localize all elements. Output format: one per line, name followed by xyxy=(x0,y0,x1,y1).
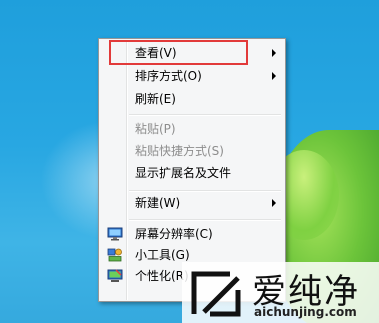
menu-item-sort-by[interactable]: 排序方式(O) xyxy=(101,66,283,86)
menu-item-label: 显示扩展名及文件 xyxy=(135,166,232,180)
menu-item-paste[interactable]: 粘贴(P) xyxy=(101,119,283,139)
menu-item-label: 个性化(R) xyxy=(135,269,189,283)
menu-item-label: 新建(W) xyxy=(135,196,181,210)
submenu-arrow-icon xyxy=(272,199,276,207)
submenu-arrow-icon xyxy=(272,72,276,80)
watermark-logo-icon xyxy=(190,268,242,318)
gadgets-icon xyxy=(107,248,123,262)
screen-resolution-icon xyxy=(107,227,123,241)
menu-item-label: 刷新(E) xyxy=(135,92,176,106)
submenu-arrow-icon xyxy=(272,49,276,57)
menu-item-show-extensions[interactable]: 显示扩展名及文件 xyxy=(101,163,283,183)
menu-separator xyxy=(129,114,281,116)
menu-item-paste-shortcut[interactable]: 粘贴快捷方式(S) xyxy=(101,141,283,161)
menu-item-refresh[interactable]: 刷新(E) xyxy=(101,89,283,109)
watermark-url: aichunjing.com xyxy=(254,305,357,319)
menu-item-label: 排序方式(O) xyxy=(135,69,202,83)
menu-item-label: 粘贴(P) xyxy=(135,122,176,136)
menu-item-new[interactable]: 新建(W) xyxy=(101,193,283,213)
personalize-icon xyxy=(107,269,123,283)
menu-separator xyxy=(129,219,281,221)
menu-item-label: 屏幕分辨率(C) xyxy=(135,227,213,241)
menu-item-label: 粘贴快捷方式(S) xyxy=(135,144,224,158)
site-watermark: 爱纯净 aichunjing.com xyxy=(182,262,379,323)
menu-separator xyxy=(129,190,281,192)
highlight-box xyxy=(109,40,248,65)
menu-item-screen-resolution[interactable]: 屏幕分辨率(C) xyxy=(101,224,283,244)
